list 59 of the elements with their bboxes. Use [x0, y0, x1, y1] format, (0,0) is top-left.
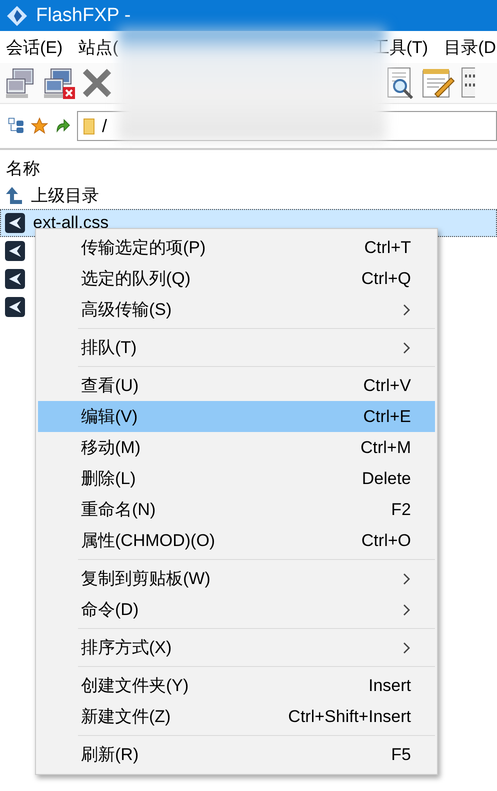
menu-item[interactable]: 选定的队列(Q) Ctrl+Q	[38, 263, 435, 294]
menu-item-label: 命令(D)	[81, 599, 140, 621]
menu-item-label: 排队(T)	[81, 337, 138, 359]
menu-item[interactable]: 排队(T)	[38, 332, 435, 363]
menu-item[interactable]: 目录(D	[438, 36, 497, 58]
shortcut-label: Ctrl+M	[360, 438, 411, 458]
shortcut-label: Insert	[368, 676, 411, 696]
shortcut-label: Ctrl+E	[363, 406, 411, 426]
file-type-icon[interactable]	[5, 213, 25, 233]
shortcut-label: Ctrl+O	[361, 530, 411, 550]
file-type-icon[interactable]	[5, 269, 25, 289]
cross-icon[interactable]	[81, 67, 113, 99]
file-name[interactable]: 上级目录	[31, 184, 99, 206]
menu-item[interactable]: 复制到剪贴板(W)	[38, 563, 435, 594]
menu-item[interactable]: 会话(E)	[0, 36, 69, 58]
menu-item[interactable]: 查看(U) Ctrl+V	[38, 370, 435, 401]
menu-item-label: 选定的队列(Q)	[81, 268, 192, 290]
menu-item[interactable]: 删除(L) Delete	[38, 463, 435, 494]
shortcut-label: Ctrl+V	[363, 376, 411, 396]
menu-item-label: 重命名(N)	[81, 499, 157, 521]
menu-item-label: 查看(U)	[81, 375, 140, 397]
computer-disconnect-icon[interactable]	[43, 67, 75, 99]
menu-item[interactable]: 编辑(V) Ctrl+E	[38, 401, 435, 432]
menu-item[interactable]: 重命名(N) F2	[38, 494, 435, 525]
up-arrow-icon[interactable]	[5, 185, 23, 205]
menu-item[interactable]: 新建文件(Z) Ctrl+Shift+Insert	[38, 701, 435, 732]
folder-icon	[83, 117, 95, 135]
menu-item-label: 新建文件(Z)	[81, 706, 172, 728]
shortcut-label: F5	[391, 744, 411, 764]
document-search-icon[interactable]	[385, 67, 415, 99]
menu-item-label: 排序方式(X)	[81, 637, 173, 659]
menu-item-label: 创建文件夹(Y)	[81, 675, 190, 697]
shortcut-label: Ctrl+Q	[361, 268, 411, 288]
menu-item-label: 编辑(V)	[81, 406, 139, 428]
menu-item-label: 复制到剪贴板(W)	[81, 568, 212, 590]
menu-item-label: 高级传输(S)	[81, 299, 173, 321]
menu-item-label: 属性(CHMOD)(O)	[81, 530, 216, 552]
menu-item[interactable]: 创建文件夹(Y) Insert	[38, 670, 435, 701]
menu-item[interactable]: 排序方式(X)	[38, 632, 435, 663]
menu-item[interactable]: 属性(CHMOD)(O) Ctrl+O	[38, 525, 435, 556]
column-header[interactable]: 名称	[0, 153, 497, 181]
menu-item-label: 删除(L)	[81, 468, 137, 490]
shortcut-label: Ctrl+Shift+Insert	[288, 706, 411, 726]
window-title: FlashFXP -	[36, 4, 131, 26]
app-logo-icon	[6, 4, 28, 26]
file-type-icon[interactable]	[5, 241, 25, 261]
menu-item-label: 移动(M)	[81, 437, 142, 459]
menu-item[interactable]: 刷新(R) F5	[38, 739, 435, 770]
menu-item-label: 传输选定的项(P)	[81, 237, 207, 259]
file-type-icon[interactable]	[5, 297, 25, 317]
shortcut-label: Ctrl+T	[364, 238, 411, 258]
menu-item[interactable]: 移动(M) Ctrl+M	[38, 432, 435, 463]
menu-item[interactable]: 命令(D)	[38, 594, 435, 625]
notepad-pencil-icon[interactable]	[421, 67, 455, 99]
menu-item[interactable]: 高级传输(S)	[38, 294, 435, 325]
binary-file-icon[interactable]	[461, 67, 475, 99]
shortcut-label: F2	[391, 500, 411, 520]
menu-item-label: 刷新(R)	[81, 744, 140, 766]
shortcut-label: Delete	[362, 468, 411, 488]
